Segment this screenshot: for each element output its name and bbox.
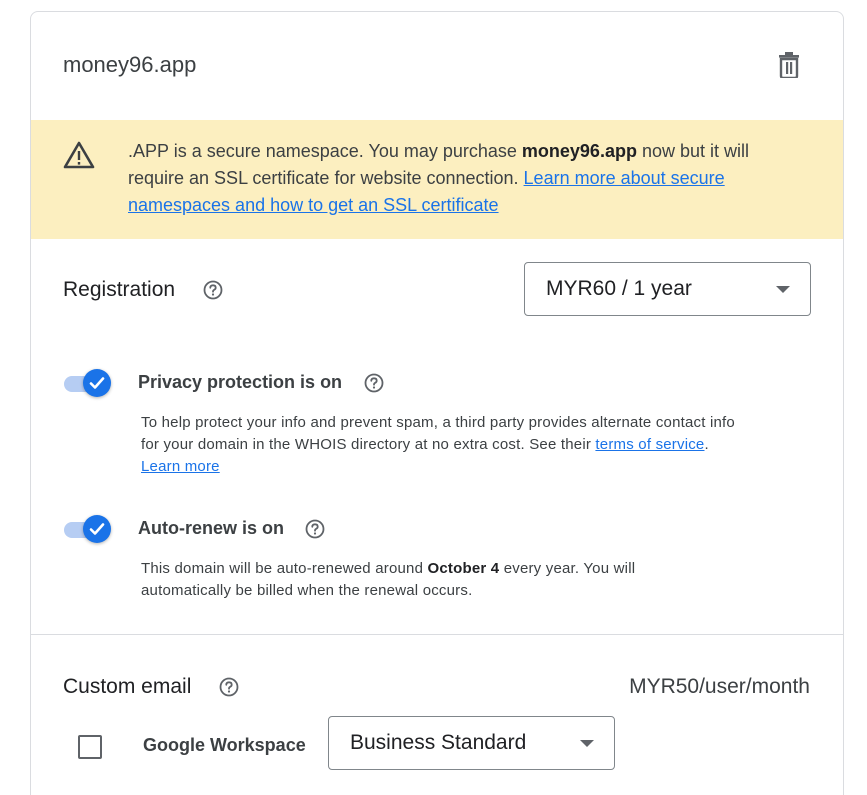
warning-domain: money96.app <box>521 141 637 161</box>
delete-domain-button[interactable] <box>775 50 803 80</box>
autorenew-desc-before: This domain will be auto-renewed around <box>141 560 428 577</box>
autorenew-title: Auto-renew is on <box>138 518 285 538</box>
ssl-warning-banner: .APP is a secure namespace. You may purc… <box>31 120 843 239</box>
privacy-separator: . <box>704 436 709 453</box>
warning-icon <box>63 141 95 169</box>
custom-email-label: Custom email <box>63 675 192 698</box>
warning-text-before: .APP is a secure namespace. You may purc… <box>128 141 522 161</box>
registration-help-icon[interactable] <box>203 280 223 300</box>
trash-icon <box>779 52 799 78</box>
workspace-plan-value: Business Standard <box>350 731 527 754</box>
privacy-help-icon[interactable] <box>364 373 384 393</box>
registration-label: Registration <box>63 278 176 301</box>
workspace-plan-select[interactable]: Business Standard <box>328 716 615 770</box>
registration-period-select[interactable]: MYR60 / 1 year <box>524 262 811 316</box>
terms-of-service-link[interactable]: terms of service <box>595 436 704 453</box>
autorenew-date: October 4 <box>427 560 500 577</box>
toggle-knob <box>83 369 111 397</box>
google-workspace-checkbox[interactable] <box>78 735 102 759</box>
help-icon <box>203 280 223 300</box>
caret-down-icon <box>776 286 790 293</box>
privacy-description: To help protect your info and prevent sp… <box>141 412 751 478</box>
custom-email-price: MYR50/user/month <box>629 675 810 698</box>
warning-text: .APP is a secure namespace. You may purc… <box>128 138 808 219</box>
help-icon <box>364 373 384 393</box>
domain-card: money96.app .APP is a secure namespace. … <box>30 11 844 795</box>
privacy-toggle[interactable] <box>62 368 112 398</box>
autorenew-description: This domain will be auto-renewed around … <box>141 558 711 602</box>
privacy-title: Privacy protection is on <box>138 372 343 392</box>
help-icon <box>219 677 239 697</box>
registration-period-value: MYR60 / 1 year <box>546 277 692 300</box>
privacy-learn-more-link[interactable]: Learn more <box>141 458 220 475</box>
help-icon <box>305 519 325 539</box>
domain-name: money96.app <box>63 52 197 77</box>
autorenew-help-icon[interactable] <box>305 519 325 539</box>
google-workspace-label: Google Workspace <box>143 735 306 755</box>
toggle-knob <box>83 515 111 543</box>
section-divider <box>31 634 843 635</box>
caret-down-icon <box>580 740 594 747</box>
custom-email-help-icon[interactable] <box>219 677 239 697</box>
autorenew-toggle[interactable] <box>62 514 112 544</box>
check-icon <box>89 377 105 389</box>
check-icon <box>89 523 105 535</box>
